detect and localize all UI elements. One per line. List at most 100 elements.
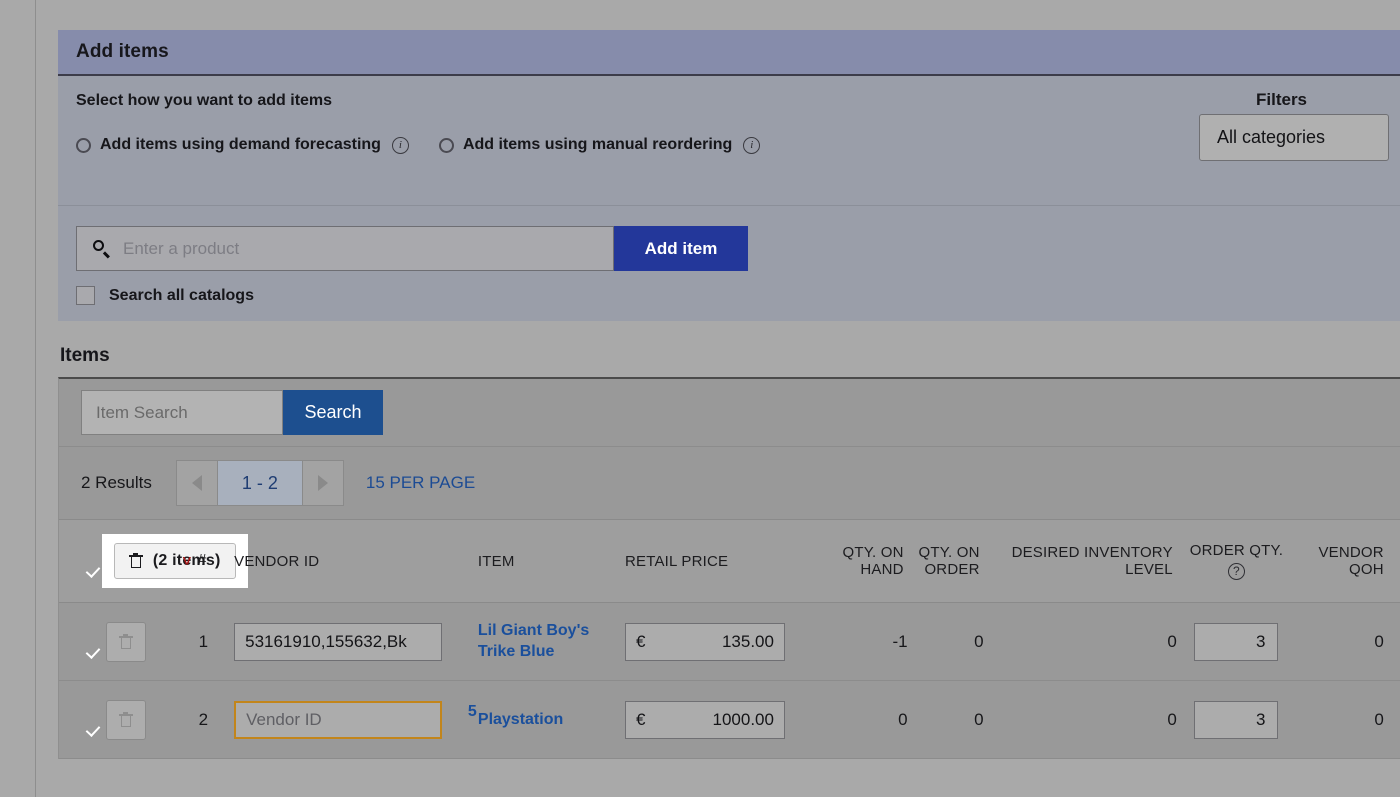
items-table-container: Item Search Search 2 Results 1 - 2 15 PE…	[58, 377, 1400, 759]
row-desired-inventory-level: 0	[983, 602, 1177, 681]
row-qty-on-hand: 0	[814, 680, 908, 759]
item-search-button[interactable]: Search	[283, 390, 383, 435]
row-delete-cell	[95, 602, 181, 681]
header-delete-cell: (2 items)	[95, 519, 248, 603]
search-all-catalogs-row[interactable]: Search all catalogs	[76, 286, 1400, 305]
product-search-input[interactable]: Enter a product	[76, 226, 614, 271]
row-delete-button[interactable]	[105, 621, 146, 662]
radio-circle-icon[interactable]	[438, 137, 454, 153]
vendor-id-input[interactable]: Vendor ID	[234, 700, 443, 739]
order-qty-value: 3	[1256, 631, 1266, 651]
row-retail-price-cell: € 135.00	[618, 602, 815, 681]
results-count: 2 Results	[81, 473, 152, 492]
header-vendor-id: VENDOR ID	[226, 519, 478, 603]
chevron-left-icon	[191, 475, 202, 491]
header-vendor-qoh: VENDOR QOH	[1296, 519, 1394, 603]
item-search-bar: Item Search Search	[59, 379, 1400, 447]
header-order-qty-label: ORDER QTY.	[1189, 542, 1284, 560]
row-order-qty-cell: 3	[1176, 680, 1297, 759]
row-number: 2	[180, 680, 227, 759]
item-name-link[interactable]: Lil Giant Boy's Trike Blue	[478, 621, 619, 663]
per-page-link[interactable]: 15 PER PAGE	[366, 473, 475, 493]
row-number: 1	[180, 602, 227, 681]
radio-label-demand-forecasting: Add items using demand forecasting	[100, 136, 381, 153]
trash-icon	[128, 553, 143, 569]
header-order-qty: ORDER QTY. ?	[1176, 519, 1297, 603]
row-delete-cell	[95, 680, 181, 759]
retail-price-value: 1000.00	[712, 709, 774, 729]
items-table-head: (2 items) ˅ # VENDOR ID ITEM RETAIL PRIC…	[59, 519, 1400, 603]
vendor-id-value: 53161910,155632,Bk	[245, 631, 407, 651]
pagination-prev-button[interactable]	[176, 461, 218, 505]
header-select-all-cell	[59, 519, 96, 603]
info-icon[interactable]: i	[743, 136, 761, 154]
search-all-catalogs-checkbox[interactable]	[76, 286, 95, 305]
row-vendor-id-cell: 53161910,155632,Bk	[226, 602, 478, 681]
order-qty-input[interactable]: 3	[1194, 622, 1279, 661]
pagination-page-range[interactable]: 1 - 2	[217, 461, 302, 505]
table-row: 1 53161910,155632,Bk Lil Giant Boy's Tri…	[59, 602, 1400, 681]
items-section-title: Items	[60, 345, 110, 366]
header-qty-on-hand: QTY. ON HAND	[814, 519, 908, 603]
items-section: Items Item Search Search 2 Results 1 - 2	[58, 345, 1400, 759]
item-search-input[interactable]: Item Search	[81, 390, 283, 435]
trash-icon	[118, 633, 133, 650]
table-row: 2 Vendor ID Playstation 5 € 1000.00 0 0 …	[59, 680, 1400, 759]
row-item-cell: Playstation 5	[468, 680, 619, 759]
select-how-label: Select how you want to add items	[76, 92, 333, 109]
row-trailing-cell	[1393, 680, 1400, 759]
item-name-overflow[interactable]: 5	[468, 703, 477, 721]
retail-price-input[interactable]: € 1000.00	[624, 700, 785, 739]
radio-option-demand-forecasting[interactable]: Add items using demand forecasting i	[76, 136, 409, 154]
filters-label: Filters	[1256, 90, 1308, 109]
radio-circle-icon[interactable]	[76, 137, 91, 153]
filters-category-select[interactable]: All categories	[1199, 114, 1389, 161]
add-items-panel: Add items Select how you want to add ite…	[58, 30, 1400, 321]
filters-category-value: All categories	[1217, 127, 1326, 147]
pagination-control: 1 - 2	[175, 460, 344, 506]
order-qty-input[interactable]: 3	[1194, 700, 1279, 739]
row-desired-inventory-level: 0	[983, 680, 1177, 759]
retail-price-input[interactable]: € 135.00	[624, 622, 785, 661]
delete-selected-button[interactable]: (2 items)	[113, 543, 236, 579]
row-qty-on-order: 0	[907, 602, 984, 681]
chevron-right-icon	[317, 475, 328, 491]
row-item-cell: Lil Giant Boy's Trike Blue	[477, 602, 619, 681]
vendor-id-input[interactable]: 53161910,155632,Bk	[234, 622, 443, 661]
row-vendor-qoh: 0	[1296, 680, 1394, 759]
radio-label-manual-reordering: Add items using manual reordering	[462, 136, 733, 153]
add-items-panel-header: Add items	[58, 30, 1400, 76]
row-delete-button[interactable]	[105, 699, 146, 740]
item-search-placeholder: Item Search	[96, 402, 188, 422]
product-search-strip: Enter a product Add item Search all cata…	[58, 206, 1400, 321]
header-num-label: #	[197, 552, 207, 569]
pagination-bar: 2 Results 1 - 2 15 PER PAGE	[59, 447, 1400, 519]
header-qty-on-order: QTY. ON ORDER	[907, 519, 984, 603]
row-retail-price-cell: € 1000.00	[618, 680, 815, 759]
help-icon[interactable]: ?	[1227, 562, 1245, 580]
vendor-id-placeholder: Vendor ID	[246, 709, 322, 729]
header-trailing-cell	[1393, 519, 1400, 603]
add-method-radio-group: Add items using demand forecasting i Add…	[76, 136, 790, 154]
add-item-button[interactable]: Add item	[614, 226, 748, 271]
chevron-down-icon[interactable]: ˅	[183, 554, 192, 569]
search-all-catalogs-label: Search all catalogs	[109, 286, 254, 304]
panel-title: Add items	[76, 41, 169, 62]
screen-root: Add items Select how you want to add ite…	[0, 0, 1400, 797]
trash-icon	[118, 711, 133, 728]
info-icon[interactable]: i	[391, 136, 409, 154]
row-trailing-cell	[1393, 602, 1400, 681]
table-header-row: (2 items) ˅ # VENDOR ID ITEM RETAIL PRIC…	[59, 519, 1400, 603]
row-vendor-id-cell: Vendor ID	[226, 680, 478, 759]
header-item: ITEM	[477, 519, 619, 603]
pagination-next-button[interactable]	[301, 461, 343, 505]
product-search-placeholder: Enter a product	[123, 238, 240, 258]
search-icon	[93, 239, 111, 258]
radio-option-manual-reordering[interactable]: Add items using manual reordering i	[438, 136, 761, 154]
retail-price-value: 135.00	[721, 631, 774, 651]
row-order-qty-cell: 3	[1176, 602, 1297, 681]
product-search-row: Enter a product Add item	[76, 226, 1400, 271]
item-name-link[interactable]: Playstation	[478, 711, 563, 728]
items-table-body: 1 53161910,155632,Bk Lil Giant Boy's Tri…	[59, 602, 1400, 759]
header-desired-inventory-level: DESIRED INVENTORY LEVEL	[983, 519, 1177, 603]
